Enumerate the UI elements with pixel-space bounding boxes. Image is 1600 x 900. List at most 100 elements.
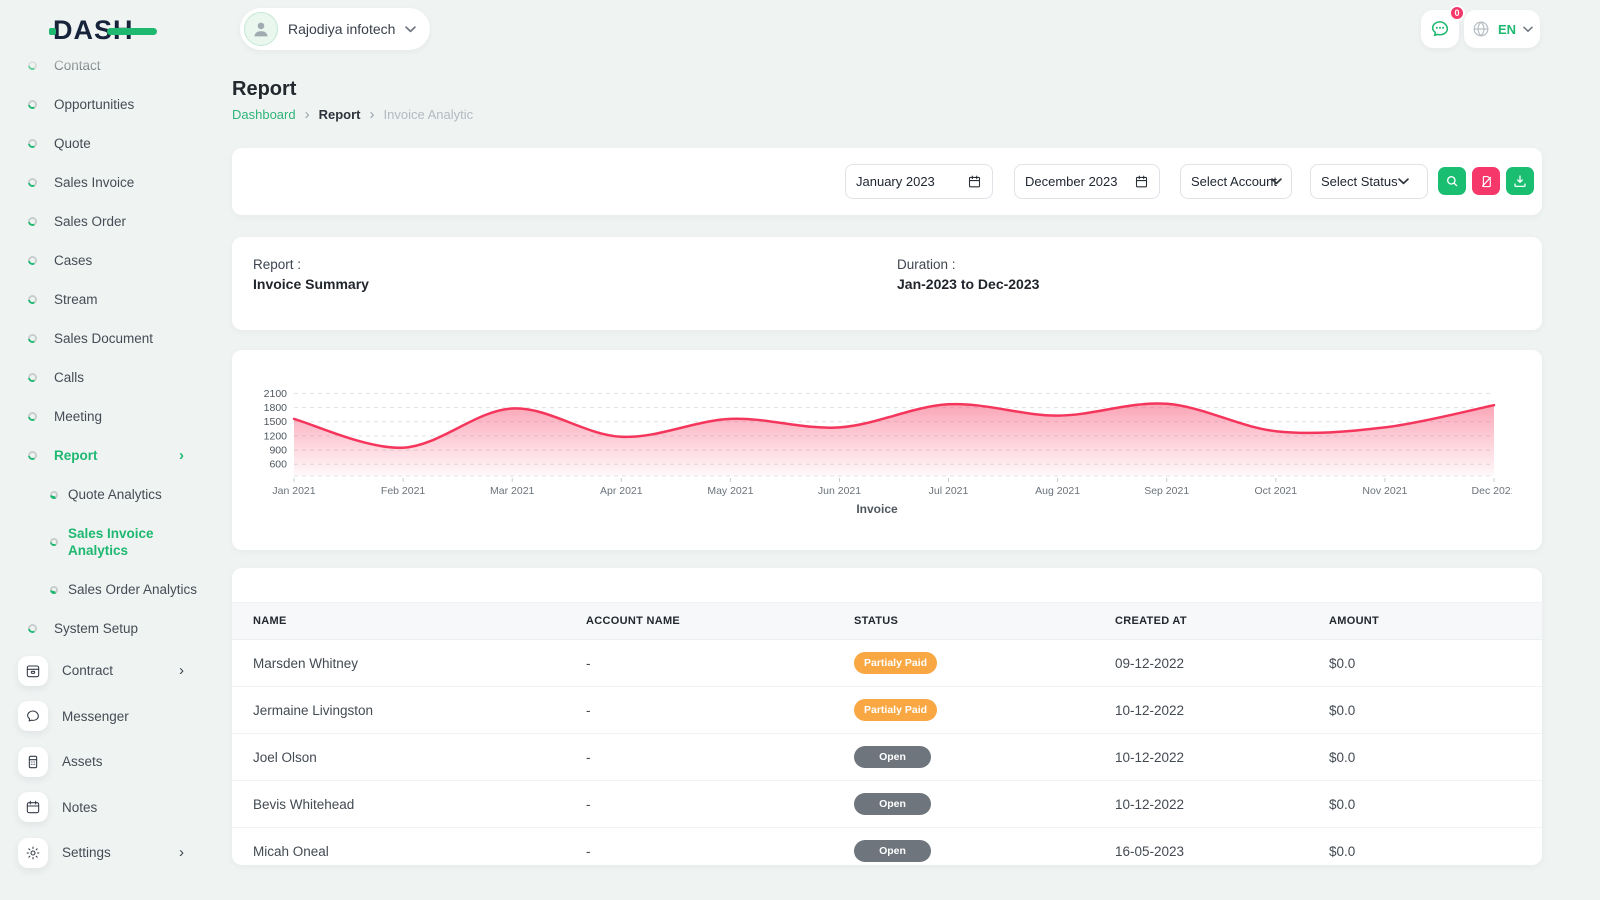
download-button[interactable] — [1506, 167, 1534, 195]
sidebar-item-label: Sales Document — [54, 331, 153, 346]
bullet-icon — [28, 451, 37, 460]
messages-count-badge: 0 — [1449, 5, 1465, 21]
assets-icon — [18, 747, 48, 777]
sidebar-item-quote-analytics[interactable]: Quote Analytics — [0, 475, 210, 514]
cell-name: Bevis Whitehead — [232, 781, 586, 828]
sidebar-item-label: Contact — [54, 58, 101, 73]
status-badge: Open — [854, 793, 931, 815]
breadcrumb-report[interactable]: Report — [319, 107, 361, 122]
cell-created-at: 09-12-2022 — [1115, 640, 1329, 687]
column-account-name: ACCOUNT NAME — [586, 603, 854, 640]
sidebar-item-meeting[interactable]: Meeting — [0, 397, 210, 436]
chevron-right-icon: › — [179, 447, 194, 464]
breadcrumb-dashboard[interactable]: Dashboard — [232, 107, 296, 122]
language-selector[interactable]: EN — [1464, 10, 1540, 48]
report-value: Invoice Summary — [253, 276, 369, 292]
sidebar-item-sales-invoice-analytics[interactable]: Sales Invoice Analytics — [0, 514, 210, 570]
sidebar-item-messenger[interactable]: Messenger — [0, 694, 210, 740]
chevron-right-icon: › — [179, 844, 194, 861]
svg-text:1800: 1800 — [264, 402, 288, 414]
messages-button[interactable]: 0 — [1421, 10, 1459, 48]
column-created-at: CREATED AT — [1115, 603, 1329, 640]
bullet-icon — [28, 295, 37, 304]
app-logo[interactable]: DASH — [53, 15, 134, 47]
company-name: Rajodiya infotech — [288, 21, 395, 37]
page-title: Report — [232, 78, 296, 101]
sidebar-item-label: Assets — [62, 754, 103, 769]
chevron-down-icon — [1271, 178, 1282, 185]
table-row: Bevis Whitehead-Open10-12-2022$0.0 — [232, 781, 1542, 828]
bullet-icon — [50, 586, 58, 594]
settings-icon — [18, 838, 48, 868]
sidebar-item-settings[interactable]: Settings › — [0, 830, 210, 876]
sidebar-item-notes[interactable]: Notes — [0, 785, 210, 831]
cell-account-name: - — [586, 781, 854, 828]
calendar-icon — [967, 174, 982, 189]
sidebar-item-label: Meeting — [54, 409, 102, 424]
status-badge: Open — [854, 746, 931, 768]
svg-text:1200: 1200 — [264, 430, 288, 442]
sidebar-item-label: Calls — [54, 370, 84, 385]
sidebar-item-quote[interactable]: Quote — [0, 124, 210, 163]
chevron-down-icon — [405, 26, 416, 33]
chevron-down-icon — [1523, 26, 1533, 33]
column-name: NAME — [232, 603, 586, 640]
sidebar-item-label: System Setup — [54, 621, 138, 636]
svg-text:Aug 2021: Aug 2021 — [1035, 485, 1080, 497]
end-date-input[interactable]: December 2023 — [1014, 164, 1160, 199]
svg-text:Jun 2021: Jun 2021 — [818, 485, 861, 497]
chat-bubble-icon — [1429, 18, 1451, 40]
logo-accent-dot — [49, 28, 56, 35]
sidebar-item-opportunities[interactable]: Opportunities — [0, 85, 210, 124]
sidebar-item-sales-invoice[interactable]: Sales Invoice — [0, 163, 210, 202]
sidebar-item-report[interactable]: Report› — [0, 436, 210, 475]
sidebar-item-cases[interactable]: Cases — [0, 241, 210, 280]
table-row: Micah Oneal-Open16-05-2023$0.0 — [232, 828, 1542, 875]
svg-text:600: 600 — [269, 459, 287, 471]
start-date-input[interactable]: January 2023 — [845, 164, 993, 199]
bullet-icon — [28, 256, 37, 265]
cell-account-name: - — [586, 687, 854, 734]
cell-created-at: 16-05-2023 — [1115, 828, 1329, 875]
sidebar-item-label: Stream — [54, 292, 98, 307]
status-badge: Open — [854, 840, 931, 862]
sidebar-item-contact[interactable]: Contact — [0, 46, 210, 85]
sidebar-item-sales-order-analytics[interactable]: Sales Order Analytics — [0, 570, 210, 609]
account-select[interactable]: Select Account — [1180, 164, 1292, 199]
sidebar-item-label: Sales Invoice — [54, 175, 134, 190]
svg-text:Sep 2021: Sep 2021 — [1144, 485, 1189, 497]
cell-status: Partialy Paid — [854, 640, 1115, 687]
bullet-icon — [28, 334, 37, 343]
sidebar-item-system-setup[interactable]: System Setup — [0, 609, 210, 648]
status-select[interactable]: Select Status — [1310, 164, 1428, 199]
bullet-icon — [28, 412, 37, 421]
messenger-icon — [18, 701, 48, 731]
clear-search-button[interactable] — [1472, 167, 1500, 195]
report-summary-card: Report : Invoice Summary Duration : Jan-… — [232, 237, 1542, 330]
cell-account-name: - — [586, 828, 854, 875]
report-label: Report : — [253, 257, 369, 272]
bullet-icon — [28, 61, 37, 70]
column-status: STATUS — [854, 603, 1115, 640]
sidebar-item-stream[interactable]: Stream — [0, 280, 210, 319]
sidebar-item-contract[interactable]: Contract› — [0, 648, 210, 694]
chart-caption: Invoice — [242, 502, 1512, 516]
sidebar-item-label: Contract — [62, 663, 113, 678]
company-selector[interactable]: Rajodiya infotech — [240, 8, 430, 50]
sidebar-item-sales-document[interactable]: Sales Document — [0, 319, 210, 358]
sidebar-item-calls[interactable]: Calls — [0, 358, 210, 397]
column-amount: AMOUNT — [1329, 603, 1542, 640]
end-date-value: December 2023 — [1025, 174, 1134, 189]
sidebar-item-assets[interactable]: Assets — [0, 739, 210, 785]
sidebar-item-label: Sales Invoice Analytics — [68, 525, 188, 559]
cell-amount: $0.0 — [1329, 687, 1542, 734]
status-badge: Partialy Paid — [854, 652, 937, 674]
bullet-icon — [28, 100, 37, 109]
svg-text:1500: 1500 — [264, 416, 288, 428]
svg-text:May 2021: May 2021 — [707, 485, 753, 497]
sidebar-item-sales-order[interactable]: Sales Order — [0, 202, 210, 241]
logo-dash-bar — [107, 28, 157, 35]
sidebar-item-label: Settings — [62, 845, 111, 860]
search-button[interactable] — [1438, 167, 1466, 195]
start-date-value: January 2023 — [856, 174, 967, 189]
